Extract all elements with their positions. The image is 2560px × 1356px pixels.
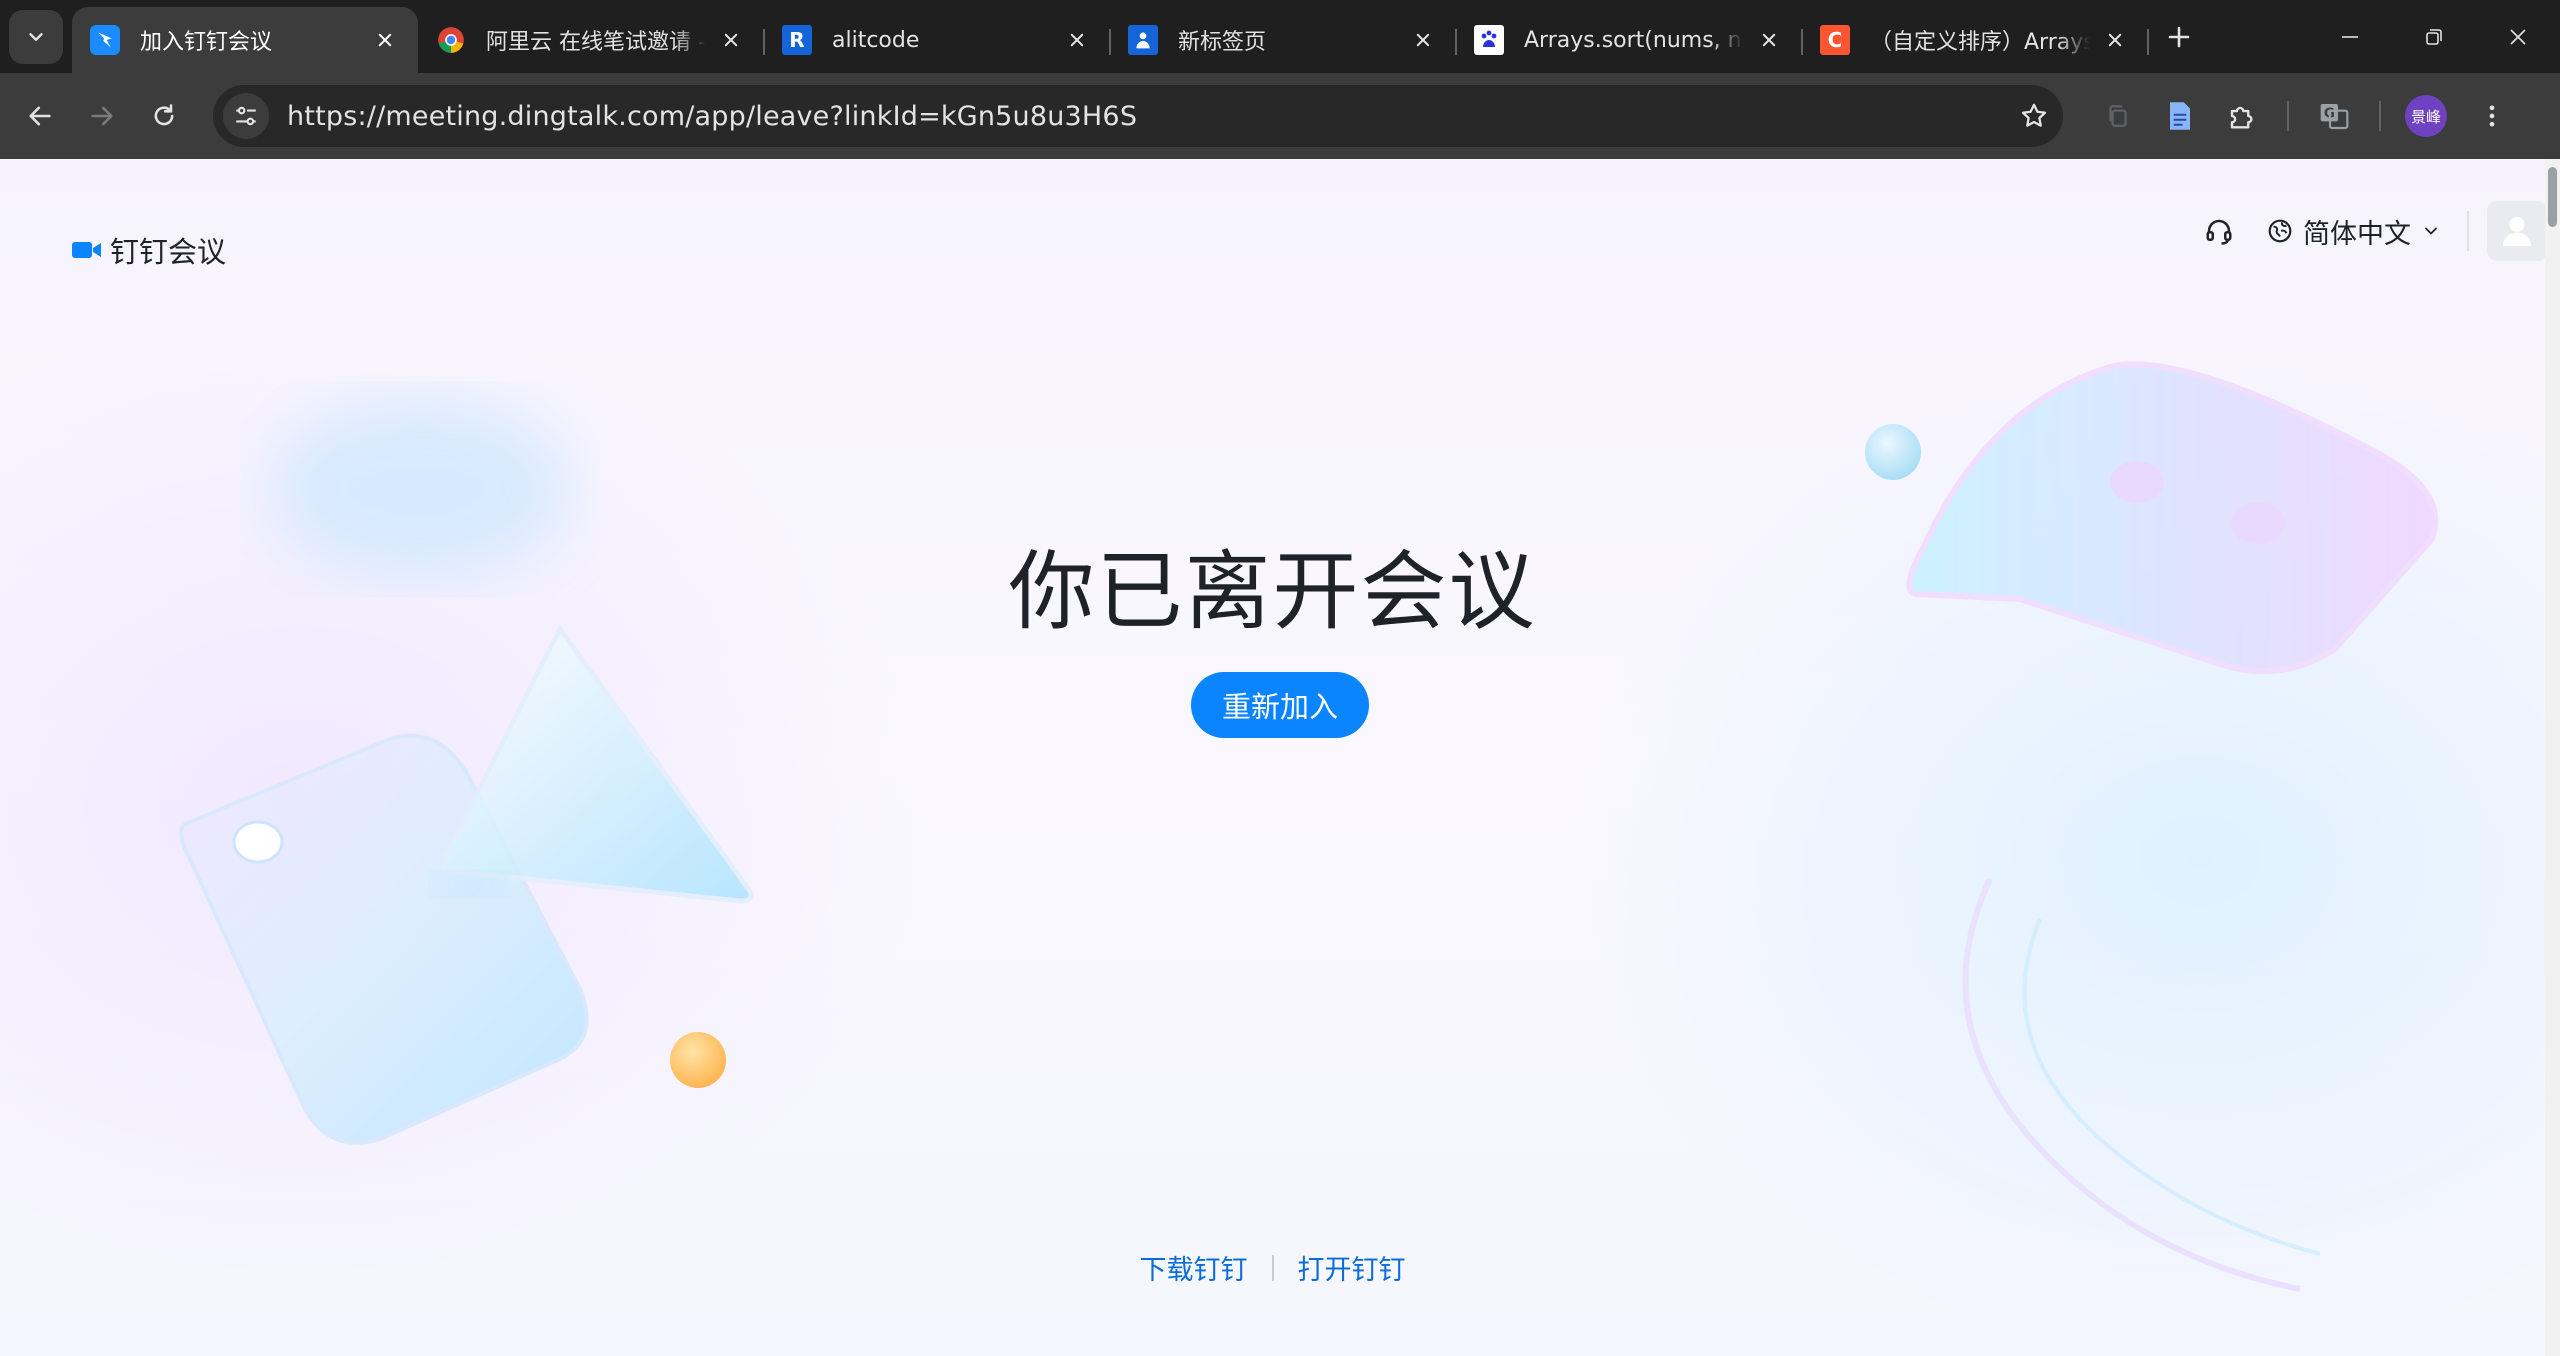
translate-icon: G xyxy=(2320,104,2349,130)
arrow-right-icon xyxy=(91,106,113,126)
close-icon xyxy=(2510,28,2526,45)
tab-title: 阿里云 在线笔试邀请 - C xyxy=(486,30,706,55)
menu-button[interactable] xyxy=(2461,85,2523,147)
extension-button[interactable] xyxy=(2087,85,2149,147)
copy-icon xyxy=(2109,105,2127,127)
reload-icon xyxy=(154,104,174,126)
page-content: 钉钉会议 简体中文 你已离开会议 重新加入 下载钉钉 打开钉钉 xyxy=(0,159,2545,1356)
video-camera-icon xyxy=(72,242,101,258)
minimize-icon xyxy=(2342,35,2358,38)
close-icon[interactable] xyxy=(370,25,400,55)
new-tab-button[interactable] xyxy=(2154,12,2204,62)
chevron-down-icon xyxy=(2425,227,2437,235)
open-dingtalk-link[interactable]: 打开钉钉 xyxy=(1298,1248,1406,1287)
reload-button[interactable] xyxy=(133,85,195,147)
user-icon xyxy=(2502,216,2532,246)
tab-custom-sort[interactable]: C （自定义排序）Arrays.s xyxy=(1802,7,2149,73)
tab-title: Arrays.sort(nums, new xyxy=(1524,27,1744,53)
close-icon[interactable] xyxy=(1062,25,1092,55)
tab-title: 新标签页 xyxy=(1178,30,1267,55)
divider xyxy=(1271,1254,1274,1281)
close-window-button[interactable] xyxy=(2476,0,2560,73)
rejoin-button[interactable]: 重新加入 xyxy=(1191,672,1369,738)
headset-icon xyxy=(2206,219,2232,245)
language-selector[interactable]: 简体中文 xyxy=(2267,212,2441,251)
close-icon[interactable] xyxy=(1754,25,1784,55)
close-icon[interactable] xyxy=(716,25,746,55)
chrome-icon xyxy=(436,25,466,55)
user-avatar[interactable] xyxy=(2487,201,2545,261)
more-vertical-icon xyxy=(2489,105,2495,127)
tab-aliyun-test[interactable]: 阿里云 在线笔试邀请 - C xyxy=(418,7,765,73)
extension-button[interactable] xyxy=(2149,85,2211,147)
close-icon[interactable] xyxy=(1408,25,1438,55)
divider xyxy=(2467,211,2469,251)
tab-arrays-sort[interactable]: Arrays.sort(nums, new xyxy=(1456,7,1803,73)
restore-icon xyxy=(2426,28,2442,45)
dingtalk-icon xyxy=(90,25,120,55)
extensions-area: G 景峰 xyxy=(2087,85,2523,147)
page-title: 你已离开会议 xyxy=(1008,542,1537,642)
site-info-button[interactable] xyxy=(223,93,269,139)
tab-title: alitcode xyxy=(832,27,920,53)
page-scrollbar[interactable] xyxy=(2545,159,2560,1356)
minimize-button[interactable] xyxy=(2308,0,2392,73)
newtab-icon xyxy=(1128,25,1158,55)
support-button[interactable] xyxy=(2189,201,2249,261)
profile-avatar: 景峰 xyxy=(2405,95,2447,137)
translate-button[interactable]: G xyxy=(2303,85,2365,147)
url-text[interactable]: https://meeting.dingtalk.com/app/leave?l… xyxy=(287,101,2019,132)
toolbar-separator xyxy=(2287,101,2289,131)
tab-strip: 加入钉钉会议 阿里云 在线笔试邀请 - C R alitcode 新标签页 Ar… xyxy=(0,0,2560,73)
language-label: 简体中文 xyxy=(2303,218,2411,250)
tab-new-tab[interactable]: 新标签页 xyxy=(1110,7,1457,73)
plus-icon xyxy=(2168,26,2190,47)
top-right-actions: 简体中文 xyxy=(2189,201,2545,261)
r-icon: R xyxy=(782,25,812,55)
tab-list: 加入钉钉会议 阿里云 在线笔试邀请 - C R alitcode 新标签页 Ar… xyxy=(72,0,2149,73)
restore-button[interactable] xyxy=(2392,0,2476,73)
tab-separator xyxy=(2147,29,2149,55)
tab-title: （自定义排序）Arrays.s xyxy=(1870,30,2090,55)
baidu-icon xyxy=(1474,25,1504,55)
tab-title: 加入钉钉会议 xyxy=(140,30,273,55)
tab-dingtalk-meeting[interactable]: 加入钉钉会议 xyxy=(72,7,418,73)
tab-search-button[interactable] xyxy=(9,9,63,64)
brand-label: 钉钉会议 xyxy=(110,235,227,269)
tune-icon xyxy=(236,106,256,126)
forward-button[interactable] xyxy=(71,85,133,147)
arrow-left-icon xyxy=(29,106,51,126)
puzzle-icon xyxy=(2230,106,2253,129)
extensions-button[interactable] xyxy=(2211,85,2273,147)
close-icon[interactable] xyxy=(2100,25,2130,55)
globe-icon xyxy=(2268,219,2292,243)
tab-alitcode[interactable]: R alitcode xyxy=(764,7,1111,73)
address-bar[interactable]: https://meeting.dingtalk.com/app/leave?l… xyxy=(213,85,2063,147)
brand-logo[interactable]: 钉钉会议 xyxy=(72,229,226,271)
back-button[interactable] xyxy=(9,85,71,147)
download-dingtalk-link[interactable]: 下载钉钉 xyxy=(1140,1248,1248,1287)
document-icon xyxy=(2170,102,2190,130)
toolbar-separator xyxy=(2379,101,2381,131)
star-icon[interactable] xyxy=(2019,101,2049,131)
decorative-illustration xyxy=(179,361,2439,1292)
csdn-icon: C xyxy=(1820,25,1850,55)
footer-links: 下载钉钉 打开钉钉 xyxy=(0,1248,2545,1287)
chevron-down-icon xyxy=(29,32,43,41)
window-controls xyxy=(2308,0,2560,73)
browser-toolbar: https://meeting.dingtalk.com/app/leave?l… xyxy=(0,73,2560,159)
profile-button[interactable]: 景峰 xyxy=(2395,85,2457,147)
scrollbar-thumb[interactable] xyxy=(2548,167,2557,227)
